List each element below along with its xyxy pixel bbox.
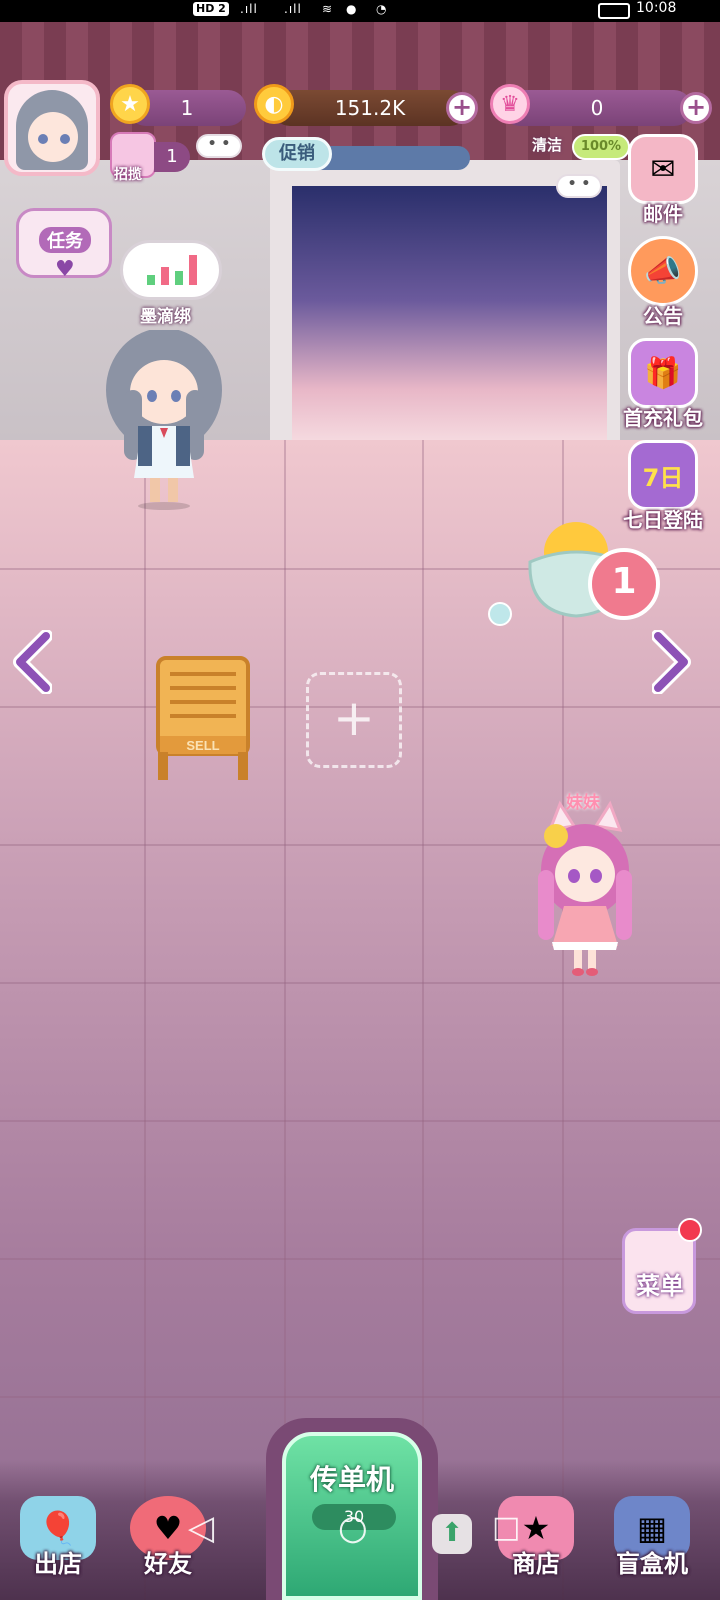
home-icon[interactable]: ○ bbox=[338, 1508, 368, 1548]
upgrade-arrow-icon[interactable]: ⬆ bbox=[432, 1514, 472, 1554]
friends-label: 好友 bbox=[144, 1550, 192, 1578]
first-pack-label: 首充礼包 bbox=[623, 406, 703, 430]
battery-icon bbox=[598, 3, 630, 19]
seven-day-label: 七日登陆 bbox=[623, 508, 703, 532]
coin-counter: 151.2K bbox=[272, 90, 468, 126]
owner-name: 墨滴绑 bbox=[140, 307, 191, 327]
floor-grid-line bbox=[0, 982, 720, 984]
floor-grid-line bbox=[0, 1396, 720, 1398]
player-avatar[interactable] bbox=[4, 80, 100, 176]
seven-day-badge: 7日 bbox=[628, 440, 698, 510]
notice-button[interactable]: 📣 公告 bbox=[618, 236, 708, 329]
shop-label: 商店 bbox=[512, 1550, 560, 1578]
gift-icon: 🎁 bbox=[628, 338, 698, 408]
task-label: 任务 bbox=[39, 227, 91, 253]
alarm-icon: ◔ bbox=[376, 2, 388, 16]
signal-icon-2: .ıll bbox=[284, 2, 302, 16]
notice-label: 公告 bbox=[643, 304, 683, 328]
recruit-label: 招揽 bbox=[114, 167, 142, 183]
blindbox-button[interactable]: ▦ 盲盒机 bbox=[602, 1496, 702, 1579]
menu-button[interactable]: 菜单 bbox=[618, 1218, 702, 1318]
coin-icon: ◐ bbox=[254, 84, 294, 124]
blindbox-label: 盲盒机 bbox=[616, 1550, 688, 1578]
chat-bubble-icon-2: • • bbox=[556, 174, 602, 198]
signal-icon: .ıll bbox=[240, 2, 258, 16]
sister-character[interactable] bbox=[530, 800, 640, 980]
door-window bbox=[292, 186, 607, 440]
back-icon[interactable]: ◁ bbox=[188, 1508, 214, 1548]
leave-shop-button[interactable]: 🎈 出店 bbox=[8, 1496, 108, 1579]
hd-indicator: HD 2 bbox=[193, 2, 229, 16]
star-count: 1 bbox=[180, 96, 194, 120]
task-button[interactable]: 任务 ♥ bbox=[16, 208, 112, 282]
add-gems-button[interactable]: + bbox=[680, 92, 712, 124]
floor-grid-line bbox=[0, 1120, 720, 1122]
floor-grid-line bbox=[144, 440, 146, 1600]
right-arrow-icon[interactable] bbox=[652, 630, 692, 694]
bubble-decoration bbox=[488, 602, 512, 626]
gem-count: 0 bbox=[590, 96, 604, 120]
first-pack-button[interactable]: 🎁 首充礼包 bbox=[618, 338, 708, 431]
floor-grid-line bbox=[0, 1258, 720, 1260]
clock: 10:08 bbox=[636, 0, 677, 16]
left-arrow-icon[interactable] bbox=[12, 630, 52, 694]
wifi-icon: ≋ bbox=[322, 2, 334, 16]
mail-icon: ✉ bbox=[628, 134, 698, 204]
gem-counter: 0 bbox=[502, 90, 692, 126]
chat-bubble-icon: • • bbox=[196, 134, 242, 158]
mail-button[interactable]: ✉ 邮件 bbox=[618, 134, 708, 227]
notification-icon: ● bbox=[346, 2, 358, 16]
menu-label: 菜单 bbox=[636, 1272, 684, 1300]
star-icon: ★ bbox=[110, 84, 150, 124]
clean-label: 清洁 bbox=[532, 136, 563, 154]
alert-badge[interactable]: 1 bbox=[588, 548, 660, 620]
flyer-label: 传单机 bbox=[309, 1463, 394, 1496]
status-bar: HD 2 .ıll .ıll ≋ ● ◔ 10:08 bbox=[0, 0, 720, 22]
promo-button[interactable]: 促销 bbox=[262, 137, 332, 171]
add-coins-button[interactable]: + bbox=[446, 92, 478, 124]
recruit-button[interactable]: 1 招揽 bbox=[110, 132, 190, 183]
megaphone-icon: 📣 bbox=[628, 236, 698, 306]
add-furniture-slot[interactable]: + bbox=[306, 672, 402, 768]
leave-shop-label: 出店 bbox=[34, 1550, 82, 1578]
recruit-count: 1 bbox=[154, 142, 190, 172]
crown-icon: ♛ bbox=[490, 84, 530, 124]
shop-owner-character[interactable] bbox=[104, 330, 224, 510]
seven-day-button[interactable]: 7日 七日登陆 bbox=[618, 440, 708, 533]
growth-chart-icon[interactable] bbox=[120, 240, 222, 300]
recents-icon[interactable]: □ bbox=[492, 1510, 520, 1545]
coin-count: 151.2K bbox=[334, 96, 406, 120]
mail-label: 邮件 bbox=[643, 202, 683, 226]
sell-board[interactable]: SELL bbox=[156, 656, 250, 780]
heart-icon: ♥ bbox=[55, 257, 75, 282]
notification-dot bbox=[678, 1218, 702, 1242]
sell-board-label: SELL bbox=[186, 738, 219, 753]
